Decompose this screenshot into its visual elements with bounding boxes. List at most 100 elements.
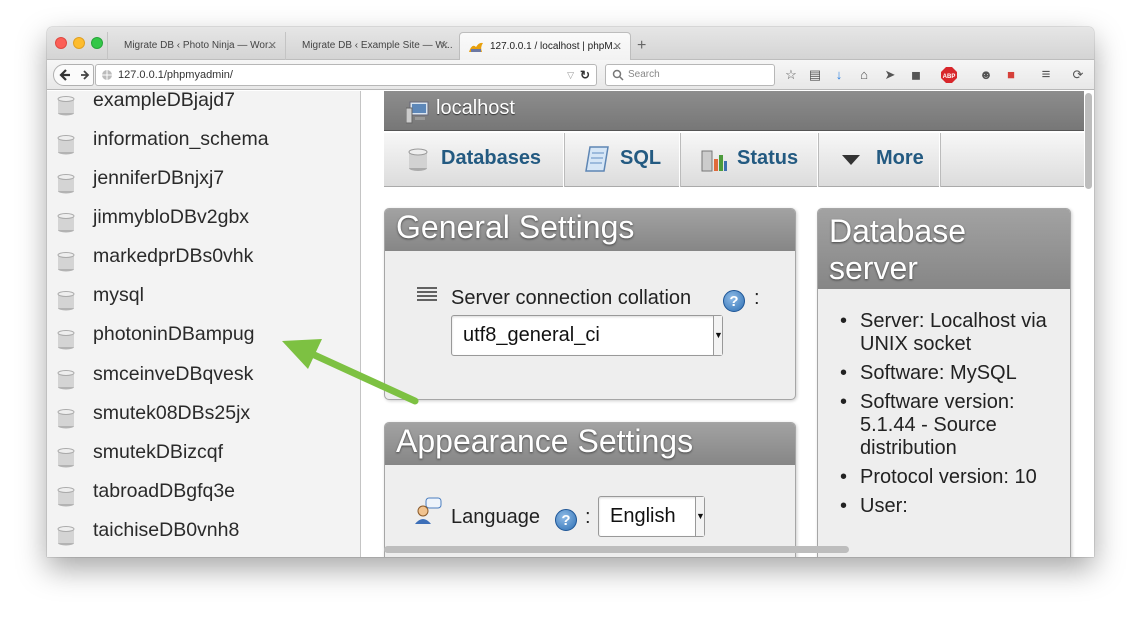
db-item-smutekdbizcqf[interactable]: smutekDBizcqf: [47, 439, 347, 478]
db-item-tabroaddbgfq3e[interactable]: tabroadDBgfq3e: [47, 478, 347, 517]
db-name: information_schema: [93, 128, 269, 150]
collation-select[interactable]: utf8_general_ci ▼: [451, 315, 723, 356]
forward-button[interactable]: [76, 64, 94, 86]
server-breadcrumb[interactable]: localhost: [384, 91, 1084, 131]
db-name: mysql: [93, 284, 144, 306]
home-icon[interactable]: ⌂: [855, 66, 873, 84]
db-item-exampledbjajd7[interactable]: exampleDBjajd7: [47, 91, 347, 126]
horizontal-scrollbar[interactable]: [384, 546, 849, 553]
collation-value: utf8_general_ci: [463, 324, 600, 346]
help-icon[interactable]: ?: [723, 290, 745, 312]
reading-list-icon[interactable]: ▤: [806, 66, 824, 84]
database-icon: [57, 291, 75, 311]
search-icon: [612, 69, 624, 81]
db-item-jimmyblodbv2gbx[interactable]: jimmybloDBv2gbx: [47, 204, 347, 243]
hamburger-menu-icon[interactable]: ≡: [1037, 66, 1055, 84]
db-name: tabroadDBgfq3e: [93, 480, 236, 502]
chevron-down-icon: ▼: [713, 316, 723, 355]
panel-title-line: server: [829, 250, 918, 286]
close-tab-icon[interactable]: ✕: [268, 32, 277, 60]
tab-example-site[interactable]: Migrate DB ‹ Example Site — W... ✕: [285, 32, 457, 60]
database-server-panel: Database server Server: Localhost via UN…: [817, 208, 1071, 557]
addon-icon[interactable]: ■: [1002, 66, 1020, 84]
appearance-settings-panel: Appearance Settings Language ? : English…: [384, 422, 796, 557]
triangle-down-icon: [842, 155, 860, 165]
tab-sql[interactable]: SQL: [564, 133, 680, 187]
server-host-icon: [406, 101, 429, 124]
db-name: smutek08DBs25jx: [93, 402, 251, 424]
language-label: Language: [451, 506, 540, 528]
main-content: localhost Databases SQL Status More Gene…: [362, 91, 1094, 557]
annotation-arrow-icon: [282, 339, 419, 405]
db-name: photoninDBampug: [93, 323, 255, 345]
database-icon: [57, 448, 75, 468]
database-icon: [57, 526, 75, 546]
db-item-taichisedb0vnh8[interactable]: taichiseDB0vnh8: [47, 517, 347, 556]
phpmyadmin-favicon-icon: [469, 42, 483, 52]
status-chart-icon: [701, 150, 727, 172]
colon: :: [754, 287, 760, 309]
adblock-stop-icon: ABP: [941, 67, 957, 83]
send-icon[interactable]: ➤: [881, 66, 899, 84]
svg-text:ABP: ABP: [943, 74, 956, 80]
reload-icon[interactable]: ↻: [580, 65, 590, 85]
close-tab-icon[interactable]: ✕: [440, 32, 449, 60]
sync-icon[interactable]: ⟳: [1069, 66, 1087, 84]
tab-label: SQL: [620, 147, 662, 169]
tab-phpmyadmin[interactable]: 127.0.0.1 / localhost | phpM... ✕: [459, 32, 631, 60]
chevron-down-icon: ▼: [695, 497, 705, 536]
downloads-icon[interactable]: ↓: [830, 66, 848, 84]
db-item-markedprdbs0vhk[interactable]: markedprDBs0vhk: [47, 243, 347, 282]
tab-label: More: [876, 147, 924, 169]
tab-more[interactable]: More: [818, 133, 940, 187]
tab-title: Migrate DB ‹ Example Site — W...: [302, 40, 453, 51]
close-window-button[interactable]: [55, 37, 67, 49]
database-icon: [408, 148, 428, 171]
tab-title: Migrate DB ‹ Photo Ninja — Wor...: [124, 40, 277, 51]
database-icon: [57, 409, 75, 429]
zoom-window-button[interactable]: [91, 37, 103, 49]
tab-databases[interactable]: Databases: [384, 133, 564, 187]
search-input[interactable]: Search: [605, 64, 775, 86]
db-name: jenniferDBnjxj7: [93, 167, 225, 189]
adblock-icon[interactable]: ABP: [940, 66, 958, 84]
tab-photo-ninja[interactable]: Migrate DB ‹ Photo Ninja — Wor... ✕: [107, 32, 285, 60]
url-bar[interactable]: 127.0.0.1/phpmyadmin/ ▽ ↻: [95, 64, 597, 86]
database-icon: [57, 487, 75, 507]
db-item-mysql[interactable]: mysql: [47, 282, 347, 321]
list-item: Protocol version: 10: [840, 466, 1060, 489]
navigation-bar: 127.0.0.1/phpmyadmin/ ▽ ↻ Search ☆ ▤ ↓ ⌂…: [47, 60, 1094, 90]
tab-status[interactable]: Status: [680, 133, 818, 187]
bookmark-star-icon[interactable]: ☆: [782, 66, 800, 84]
list-lines-icon: [417, 287, 437, 301]
vertical-scrollbar[interactable]: [1085, 93, 1092, 189]
database-icon: [57, 330, 75, 350]
server-title: localhost: [436, 97, 515, 119]
new-tab-button[interactable]: +: [637, 32, 646, 60]
database-icon: [57, 370, 75, 390]
close-tab-icon[interactable]: ✕: [613, 33, 622, 60]
language-select[interactable]: English ▼: [598, 496, 705, 537]
help-icon[interactable]: ?: [555, 509, 577, 531]
list-item: Software: MySQL: [840, 362, 1060, 385]
panel-title: Database server: [818, 209, 1070, 289]
database-icon: [57, 174, 75, 194]
ghostery-icon[interactable]: ☻: [977, 66, 995, 84]
extension-icon[interactable]: ◼: [907, 66, 925, 84]
minimize-window-button[interactable]: [73, 37, 85, 49]
panel-title: Appearance Settings: [385, 423, 795, 465]
top-menu: Databases SQL Status More: [384, 133, 1084, 187]
db-item-jenniferdbnjxj7[interactable]: jenniferDBnjxj7: [47, 165, 347, 204]
back-button[interactable]: [53, 64, 77, 86]
server-info-list: Server: Localhost via UNIX socket Softwa…: [840, 310, 1060, 524]
database-icon: [57, 252, 75, 272]
back-arrow-icon: [59, 69, 70, 81]
panel-title: General Settings: [385, 209, 795, 251]
tab-label: Status: [737, 147, 799, 169]
tab-bar: Migrate DB ‹ Photo Ninja — Wor... ✕ Migr…: [47, 27, 1094, 60]
browser-window: Migrate DB ‹ Photo Ninja — Wor... ✕ Migr…: [47, 27, 1094, 557]
sql-scroll-icon: [585, 146, 609, 172]
url-dropdown-icon[interactable]: ▽: [567, 65, 574, 85]
globe-icon: [102, 70, 112, 80]
db-item-information-schema[interactable]: information_schema: [47, 126, 347, 165]
